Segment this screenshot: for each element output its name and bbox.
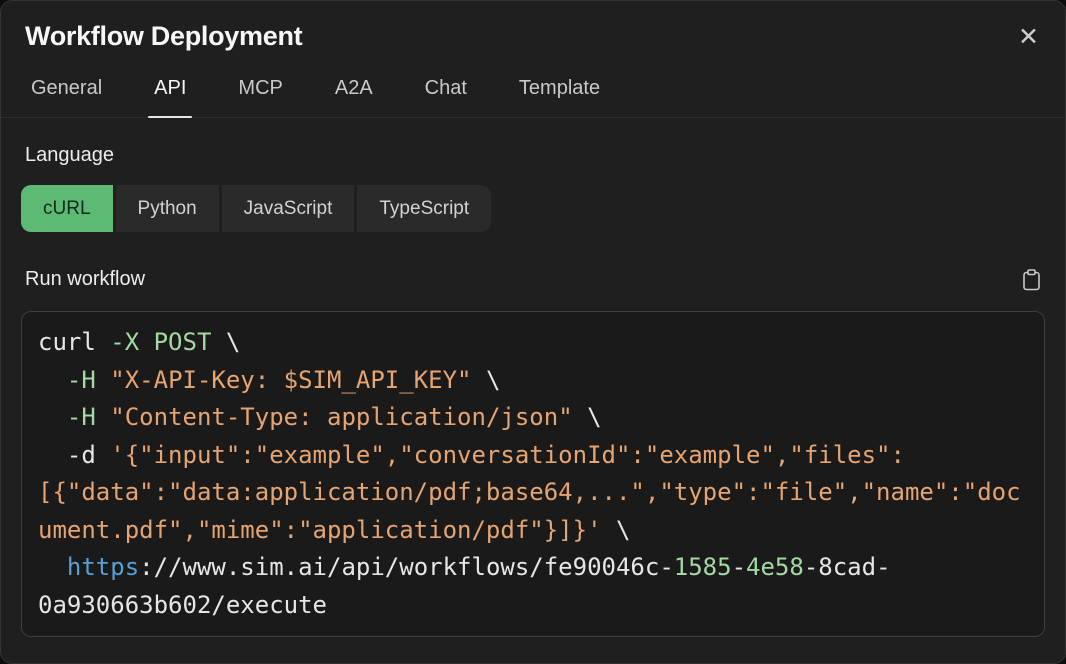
run-workflow-row: Run workflow bbox=[25, 268, 1041, 291]
tab-template[interactable]: Template bbox=[513, 77, 606, 117]
code-token: \ bbox=[602, 516, 631, 544]
code-token: [{"data":"data:application/pdf;base64,..… bbox=[38, 478, 1021, 506]
code-token: '{"input":"example","conversationId":"ex… bbox=[110, 441, 905, 469]
code-token: ument.pdf","mime":"application/pdf"}]}' bbox=[38, 516, 602, 544]
code-token: -X POST bbox=[110, 328, 211, 356]
dialog-header: Workflow Deployment ✕ bbox=[1, 1, 1065, 54]
language-selector: cURLPythonJavaScriptTypeScript bbox=[21, 185, 1045, 232]
code-token: ://www.sim.ai/api/workflows/fe90046c- bbox=[139, 553, 674, 581]
code-token: -d bbox=[38, 441, 110, 469]
page-title: Workflow Deployment bbox=[25, 21, 302, 52]
code-token: \ bbox=[472, 366, 501, 394]
language-option-typescript[interactable]: TypeScript bbox=[357, 185, 491, 232]
code-line: 0a930663b602/execute bbox=[38, 587, 1028, 625]
code-token: 1585 bbox=[674, 553, 732, 581]
copy-button[interactable] bbox=[1022, 269, 1041, 291]
code-token: \ bbox=[211, 328, 240, 356]
language-option-javascript[interactable]: JavaScript bbox=[222, 185, 355, 232]
code-token: "X-API-Key: $SIM_API_KEY" bbox=[110, 366, 471, 394]
code-token bbox=[96, 366, 110, 394]
code-token: -H bbox=[67, 366, 96, 394]
code-block: curl -X POST \ -H "X-API-Key: $SIM_API_K… bbox=[21, 311, 1045, 637]
code-token bbox=[38, 553, 67, 581]
code-line: [{"data":"data:application/pdf;base64,..… bbox=[38, 474, 1028, 512]
code-line: -H "X-API-Key: $SIM_API_KEY" \ bbox=[38, 362, 1028, 400]
run-workflow-section: Run workflow curl -X POST \ -H "X-API-Ke… bbox=[1, 268, 1065, 637]
code-line: curl -X POST \ bbox=[38, 324, 1028, 362]
workflow-deployment-dialog: Workflow Deployment ✕ General API MCP A2A Ch… bbox=[0, 0, 1066, 664]
code-token bbox=[38, 403, 67, 431]
tab-api[interactable]: API bbox=[148, 77, 192, 117]
language-section: Language cURLPythonJavaScriptTypeScript bbox=[1, 144, 1065, 232]
code-token: -H bbox=[67, 403, 96, 431]
tab-general[interactable]: General bbox=[25, 77, 108, 117]
code-token: curl bbox=[38, 328, 110, 356]
code-token: - bbox=[732, 553, 746, 581]
code-token: https bbox=[67, 553, 139, 581]
code-line: -H "Content-Type: application/json" \ bbox=[38, 399, 1028, 437]
code-token: "Content-Type: application/json" bbox=[110, 403, 572, 431]
clipboard-icon bbox=[1022, 269, 1041, 291]
code-line: https://www.sim.ai/api/workflows/fe90046… bbox=[38, 549, 1028, 587]
language-label: Language bbox=[25, 144, 1041, 167]
tab-mcp[interactable]: MCP bbox=[232, 77, 288, 117]
tab-bar: General API MCP A2A Chat Template bbox=[1, 77, 1065, 118]
code-token: 0a930663b602/execute bbox=[38, 591, 327, 619]
code-token bbox=[38, 366, 67, 394]
run-workflow-label: Run workflow bbox=[25, 268, 145, 291]
code-token: 4e58 bbox=[746, 553, 804, 581]
code-line: ument.pdf","mime":"application/pdf"}]}' … bbox=[38, 512, 1028, 550]
close-icon: ✕ bbox=[1018, 23, 1039, 51]
code-token: -8cad- bbox=[804, 553, 891, 581]
code-token: \ bbox=[573, 403, 602, 431]
code-token bbox=[96, 403, 110, 431]
language-option-python[interactable]: Python bbox=[116, 185, 219, 232]
language-option-curl[interactable]: cURL bbox=[21, 185, 113, 232]
code-line: -d '{"input":"example","conversationId":… bbox=[38, 437, 1028, 475]
tab-chat[interactable]: Chat bbox=[419, 77, 473, 117]
close-button[interactable]: ✕ bbox=[1016, 21, 1041, 54]
tab-a2a[interactable]: A2A bbox=[329, 77, 379, 117]
